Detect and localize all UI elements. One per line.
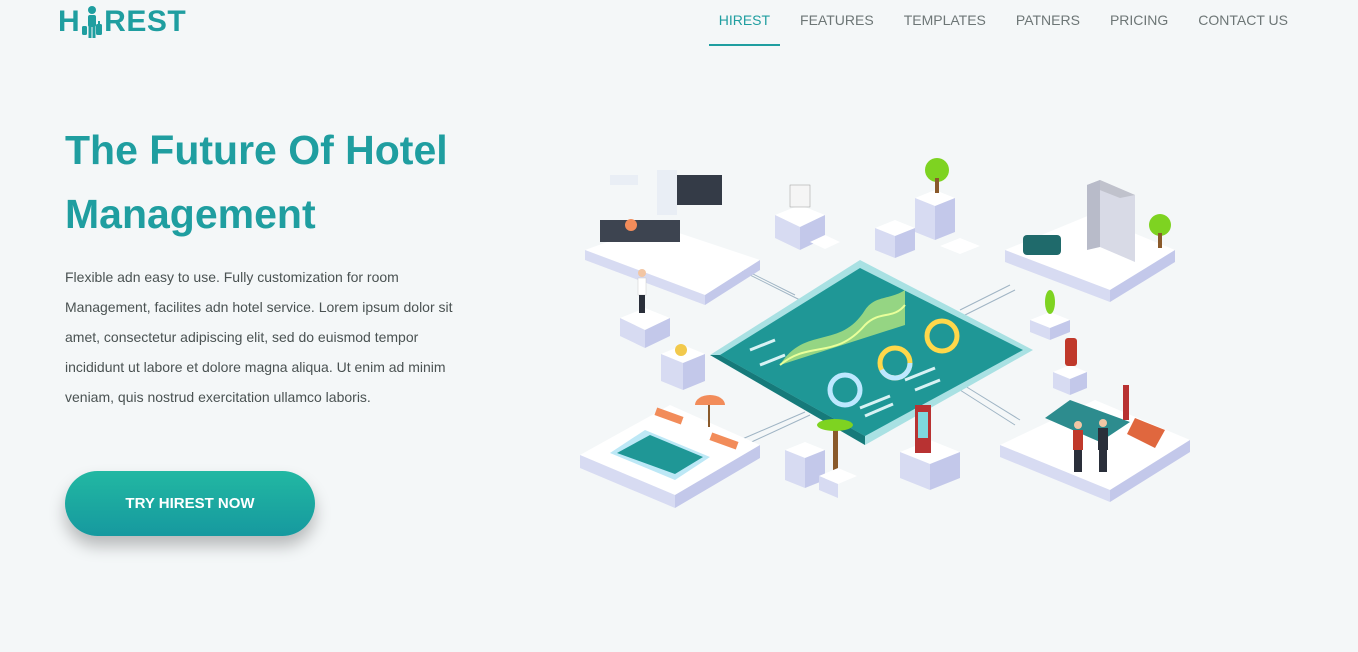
logo-text-prefix: H <box>58 5 81 38</box>
kitchen-platform <box>585 170 760 305</box>
try-hirest-now-button[interactable]: TRY HIREST NOW <box>65 471 315 536</box>
plant-extinguisher-cubes <box>1030 290 1087 395</box>
hotel-management-illustration <box>580 158 1190 508</box>
main-nav: HIREST FEATURES TEMPLATES PATNERS PRICIN… <box>699 0 1298 46</box>
nav-item-features[interactable]: FEATURES <box>790 0 884 43</box>
appliance-cubes <box>775 184 840 250</box>
dashboard-platform <box>710 260 1033 445</box>
bedroom-platform <box>1000 385 1190 502</box>
landing-page: H REST HIREST FEATURES TEMPLATES PATNERS… <box>0 0 1358 652</box>
person-with-luggage-icon <box>82 6 103 38</box>
nav-item-contact-us[interactable]: CONTACT US <box>1188 0 1298 43</box>
beach-ball-cube <box>661 344 705 390</box>
nav-item-hirest[interactable]: HIREST <box>708 0 781 46</box>
city-building-platform <box>1005 180 1175 302</box>
logo-text-suffix: REST <box>104 5 187 38</box>
hero-title-line-1: The Future Of Hotel <box>65 127 448 173</box>
hero-title-line-2: Management <box>65 191 316 237</box>
brand-logo[interactable]: H REST <box>58 4 186 40</box>
tree-towers <box>875 158 980 258</box>
pool-platform <box>580 395 760 508</box>
nav-item-templates[interactable]: TEMPLATES <box>894 0 996 43</box>
nav-item-patners[interactable]: PATNERS <box>1006 0 1090 43</box>
hero-title: The Future Of Hotel Management <box>65 118 505 246</box>
nav-item-pricing[interactable]: PRICING <box>1100 0 1178 43</box>
hero-description: Flexible adn easy to use. Fully customiz… <box>65 269 453 405</box>
